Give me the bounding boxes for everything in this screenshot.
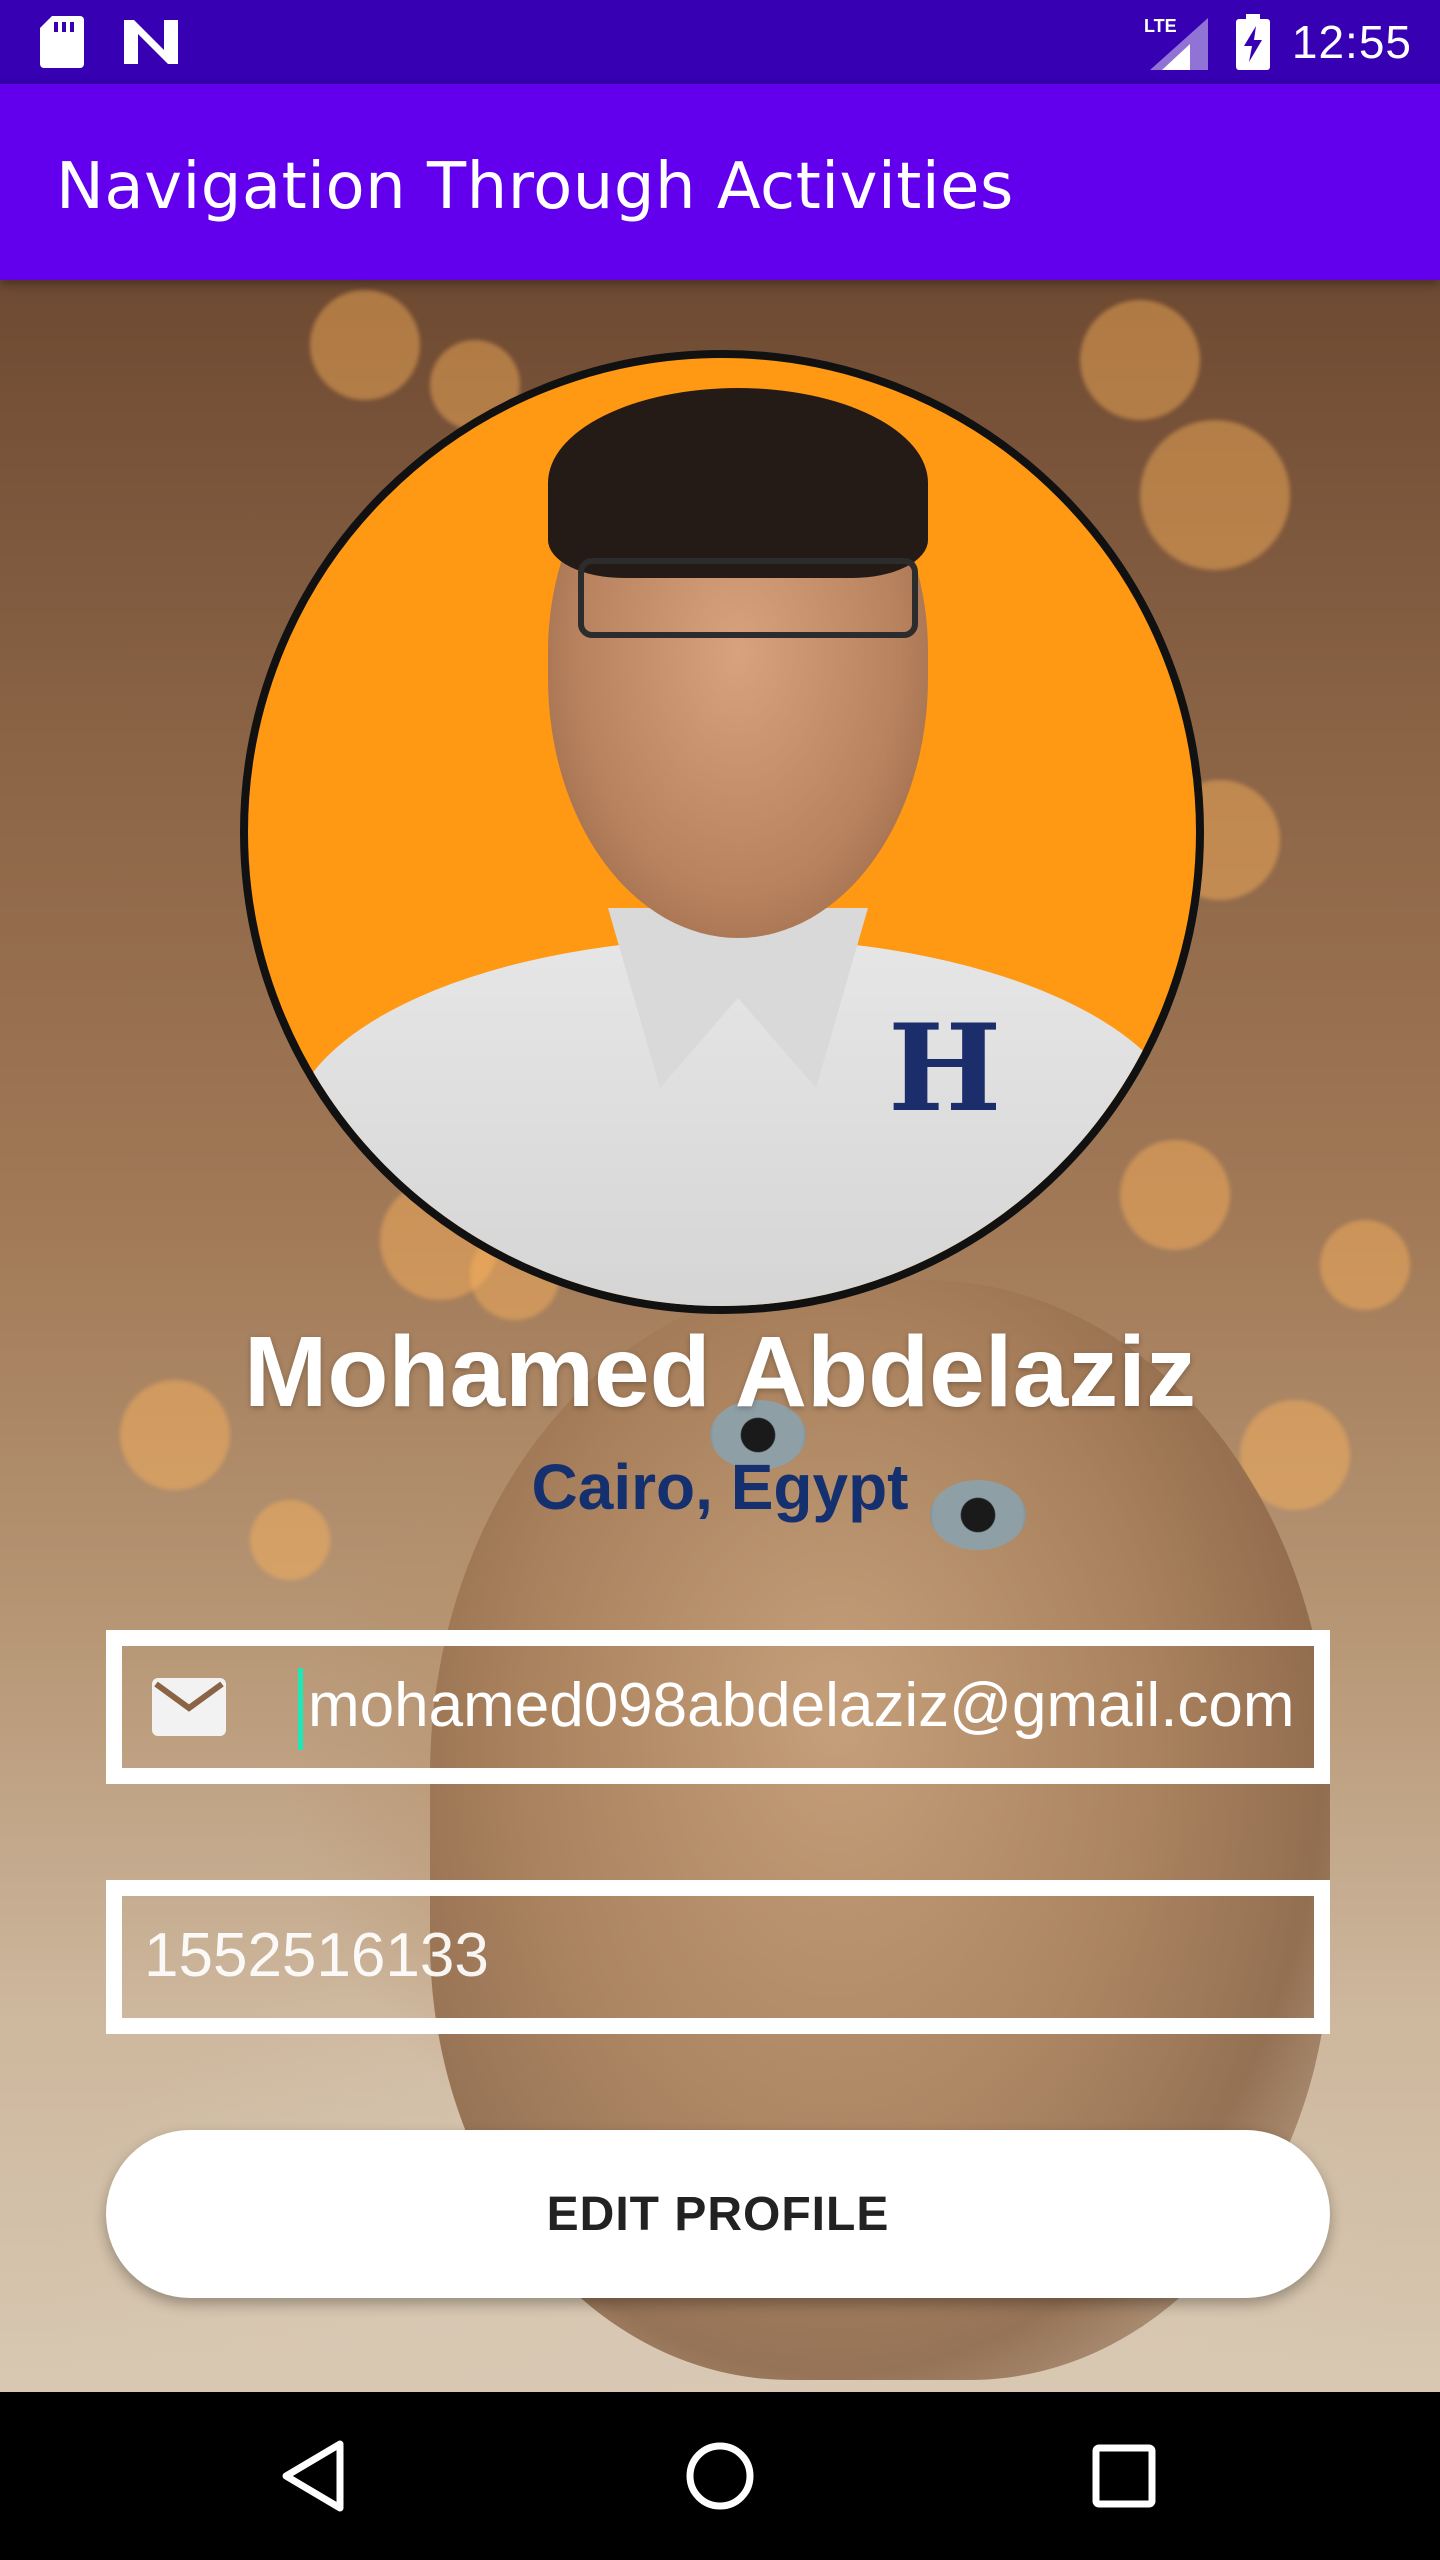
- photo-hair: [548, 388, 928, 578]
- status-left: [40, 16, 178, 68]
- status-time: 12:55: [1291, 16, 1412, 68]
- profile-photo: H: [240, 350, 1204, 1314]
- sd-card-icon: [40, 16, 84, 68]
- system-nav-bar: [0, 2392, 1440, 2560]
- screen: LTE 12:55 Navigation Through Activities: [0, 0, 1440, 2560]
- recents-square-icon[interactable]: [1084, 2436, 1164, 2516]
- background-bokeh: [1140, 420, 1290, 570]
- email-field[interactable]: mohamed098abdelaziz@gmail.com: [106, 1630, 1330, 1784]
- n-notification-icon: [124, 20, 178, 64]
- profile-location: Cairo, Egypt: [531, 1451, 909, 1523]
- shirt-logo: H: [888, 998, 1002, 1139]
- status-bar: LTE 12:55: [0, 0, 1440, 84]
- background-bokeh: [1080, 300, 1200, 420]
- lte-label: LTE: [1144, 16, 1177, 36]
- mail-icon: [152, 1678, 226, 1736]
- profile-content: H Mohamed Abdelaziz Cairo, Egypt mohamed…: [0, 280, 1440, 2392]
- background-bokeh: [310, 290, 420, 400]
- back-triangle-icon[interactable]: [276, 2436, 356, 2516]
- profile-name: Mohamed Abdelaziz: [244, 1316, 1196, 1428]
- home-circle-icon[interactable]: [680, 2436, 760, 2516]
- phone-field[interactable]: 1552516133: [106, 1880, 1330, 2034]
- battery-charging-icon: [1235, 14, 1270, 70]
- status-right: LTE 12:55: [1144, 0, 1412, 84]
- email-value: mohamed098abdelaziz@gmail.com: [308, 1671, 1295, 1740]
- text-cursor: [298, 1668, 303, 1750]
- lte-signal-icon: LTE: [1144, 16, 1208, 70]
- app-bar: Navigation Through Activities: [0, 84, 1440, 280]
- app-title: Navigation Through Activities: [56, 150, 1014, 224]
- background-bokeh: [1320, 1220, 1410, 1310]
- edit-profile-button[interactable]: EDIT PROFILE: [106, 2130, 1330, 2298]
- phone-value: 1552516133: [144, 1921, 489, 1990]
- photo-glasses: [578, 558, 918, 638]
